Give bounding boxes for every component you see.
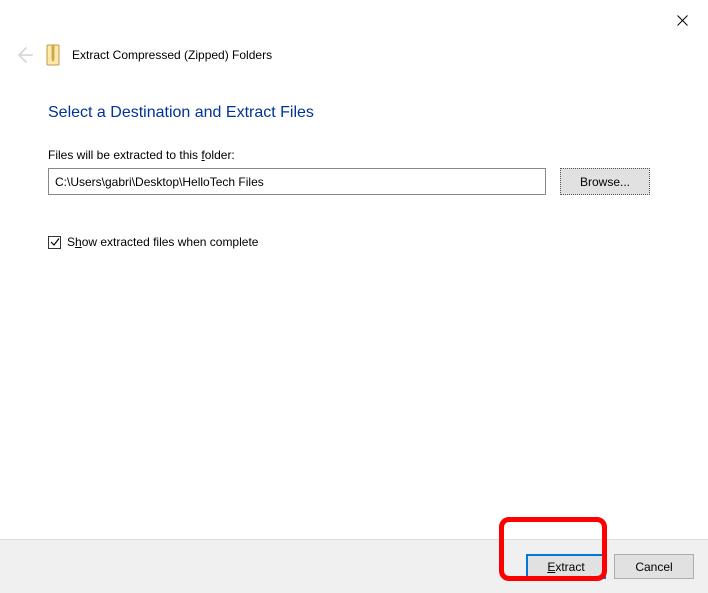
show-files-row: Show extracted files when complete (48, 235, 660, 249)
wizard-header: Extract Compressed (Zipped) Folders (0, 36, 708, 74)
content-area: Select a Destination and Extract Files F… (0, 74, 708, 249)
close-button[interactable] (674, 12, 690, 28)
show-files-label-hotkey: h (75, 235, 82, 249)
destination-label: Files will be extracted to this folder: (48, 148, 660, 162)
page-heading: Select a Destination and Extract Files (48, 104, 660, 122)
show-files-label-prefix: S (67, 235, 75, 249)
footer: Extract Cancel (0, 539, 708, 593)
destination-label-prefix: Files will be extracted to this (48, 148, 201, 162)
extract-button[interactable]: Extract (526, 554, 606, 579)
titlebar (0, 0, 708, 36)
back-arrow-icon (14, 45, 34, 65)
destination-row: Browse... (48, 168, 660, 195)
show-files-label-suffix: ow extracted files when complete (82, 235, 259, 249)
show-files-label: Show extracted files when complete (67, 235, 258, 249)
zip-folder-icon (44, 44, 62, 66)
browse-button[interactable]: Browse... (560, 168, 650, 195)
close-icon (677, 15, 688, 26)
wizard-title: Extract Compressed (Zipped) Folders (72, 48, 272, 62)
destination-label-suffix: older: (205, 148, 235, 162)
cancel-button[interactable]: Cancel (614, 554, 694, 579)
checkmark-icon (50, 237, 60, 247)
back-button (14, 45, 34, 65)
destination-path-input[interactable] (48, 168, 546, 195)
extract-button-suffix: xtract (555, 560, 584, 574)
show-files-checkbox[interactable] (48, 236, 61, 249)
